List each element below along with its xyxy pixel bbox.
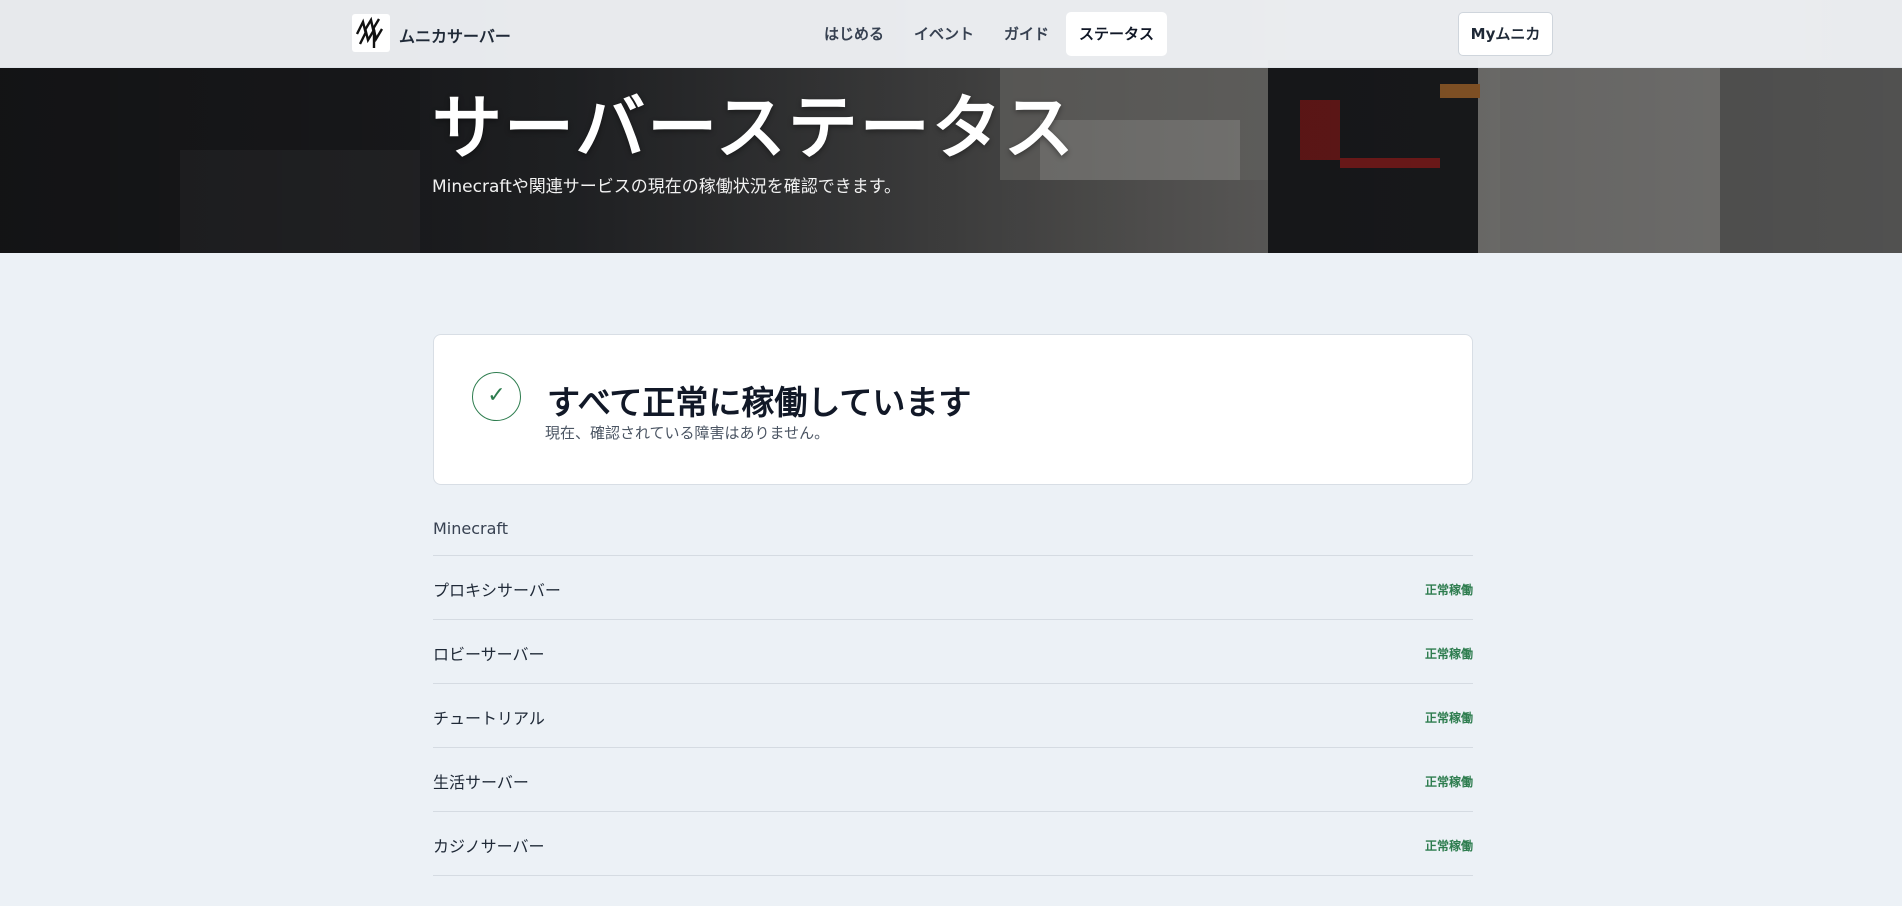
site-header: ムニカサーバー はじめる イベント ガイド ステータス Myムニカ	[0, 0, 1902, 68]
nav-item-status[interactable]: ステータス	[1066, 12, 1168, 56]
service-status-badge: 正常稼働	[1424, 647, 1473, 661]
service-name: チュートリアル	[433, 709, 545, 728]
munika-logo-icon[interactable]	[352, 14, 390, 52]
section-title-minecraft: Minecraft	[433, 519, 509, 538]
nav-item-guide[interactable]: ガイド	[991, 12, 1062, 56]
overall-status-description: 現在、確認されている障害はありません。	[545, 424, 830, 442]
service-status-badge: 正常稼働	[1424, 583, 1473, 597]
service-row: ロビーサーバー 正常稼働	[433, 620, 1473, 684]
overall-status-title: すべて正常に稼働しています	[547, 383, 972, 422]
service-name: 生活サーバー	[433, 773, 529, 792]
service-row: チュートリアル 正常稼働	[433, 684, 1473, 748]
brand-name[interactable]: ムニカサーバー	[399, 23, 511, 47]
service-name: カジノサーバー	[433, 837, 545, 856]
main-nav: はじめる イベント ガイド ステータス	[811, 12, 1168, 56]
service-list: プロキシサーバー 正常稼働 ロビーサーバー 正常稼働 チュートリアル 正常稼働 …	[433, 555, 1473, 876]
service-status-badge: 正常稼働	[1424, 839, 1473, 853]
nav-item-start[interactable]: はじめる	[811, 12, 897, 56]
service-name: プロキシサーバー	[433, 581, 561, 600]
overall-status-card: ✓ すべて正常に稼働しています 現在、確認されている障害はありません。	[433, 334, 1473, 485]
page-title: サーバーステータス	[432, 87, 1076, 169]
service-row: 生活サーバー 正常稼働	[433, 748, 1473, 812]
nav-item-events[interactable]: イベント	[901, 12, 987, 56]
my-munika-button[interactable]: Myムニカ	[1458, 12, 1553, 56]
service-status-badge: 正常稼働	[1424, 775, 1473, 789]
service-row: カジノサーバー 正常稼働	[433, 812, 1473, 876]
service-status-badge: 正常稼働	[1424, 711, 1473, 725]
service-name: ロビーサーバー	[433, 645, 545, 664]
logo-mark	[355, 16, 384, 48]
check-icon: ✓	[472, 372, 521, 421]
service-row: プロキシサーバー 正常稼働	[433, 556, 1473, 620]
page-subtitle: Minecraftや関連サービスの現在の稼働状況を確認できます。	[432, 177, 902, 197]
